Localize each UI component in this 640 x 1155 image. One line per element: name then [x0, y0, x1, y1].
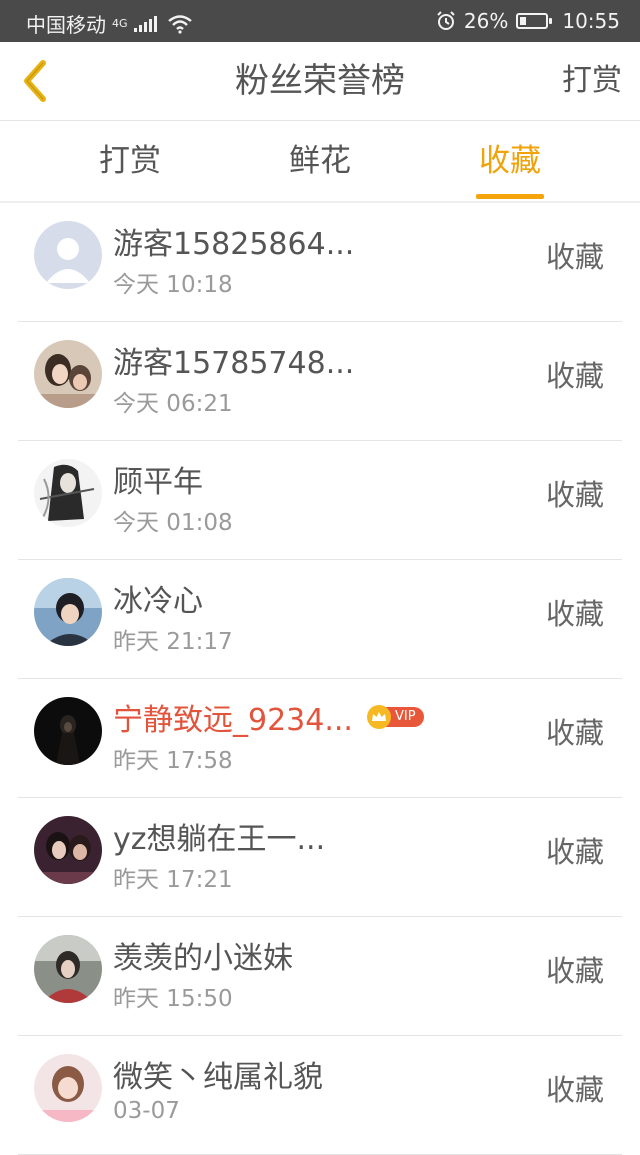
signal-icon: [133, 15, 157, 32]
action-label: 收藏: [545, 954, 604, 988]
photo-avatar-icon: [34, 578, 102, 646]
carrier-name: 中国移动: [26, 13, 106, 37]
action-label: 收藏: [545, 835, 604, 869]
status-right: 26% 10:55: [436, 9, 620, 33]
status-bar: 中国移动 4G 26% 10:55: [0, 0, 640, 42]
user-name: 羡羡的小迷妹: [113, 941, 293, 976]
user-name: 游客15785748...: [113, 346, 355, 381]
back-button[interactable]: [12, 54, 60, 108]
photo-avatar-icon: [34, 697, 102, 765]
user-name: yz想躺在王一...: [113, 822, 326, 857]
timestamp: 今天 06:21: [113, 391, 233, 417]
action-label: 收藏: [545, 359, 604, 393]
list-item[interactable]: 游客15785748... 今天 06:21 收藏: [18, 322, 622, 441]
action-label: 收藏: [545, 478, 604, 512]
timestamp: 昨天 21:17: [113, 629, 233, 655]
user-name: 冰冷心: [113, 584, 203, 619]
timestamp: 昨天 17:58: [113, 748, 233, 774]
chevron-left-icon: [24, 60, 46, 102]
timestamp: 昨天 15:50: [113, 986, 233, 1012]
action-label: 收藏: [545, 1073, 604, 1107]
timestamp: 昨天 17:21: [113, 867, 233, 893]
list-item[interactable]: yz想躺在王一... 昨天 17:21 收藏: [18, 798, 622, 917]
list-item[interactable]: 微笑丶纯属礼貌 03-07 收藏: [18, 1036, 622, 1155]
default-avatar-icon: [34, 221, 102, 289]
avatar: [34, 935, 102, 1003]
network-type: 4G: [112, 17, 128, 30]
user-name: 顾平年: [113, 465, 203, 500]
list-item[interactable]: 宁静致远_9234... VIP 昨天 17:58 收藏: [18, 679, 622, 798]
avatar: [34, 816, 102, 884]
list-item[interactable]: 游客15825864... 今天 10:18 收藏: [18, 203, 622, 322]
avatar: [34, 340, 102, 408]
avatar: [34, 221, 102, 289]
tab-reward[interactable]: 打赏: [70, 121, 190, 201]
photo-avatar-icon: [34, 340, 102, 408]
active-tab-indicator: [476, 194, 544, 199]
status-left: 中国移动 4G: [26, 9, 193, 38]
nav-bar: 粉丝荣誉榜 打赏: [0, 42, 640, 121]
photo-avatar-icon: [34, 935, 102, 1003]
photo-avatar-icon: [34, 816, 102, 884]
user-name: 游客15825864...: [113, 227, 355, 262]
battery-icon: [516, 13, 553, 29]
crown-icon: [366, 705, 391, 729]
photo-avatar-icon: [34, 1054, 102, 1122]
user-name: 宁静致远_9234... VIP: [113, 695, 424, 739]
list-item[interactable]: 羡羡的小迷妹 昨天 15:50 收藏: [18, 917, 622, 1036]
action-label: 收藏: [545, 240, 604, 274]
avatar: [34, 459, 102, 527]
list-item[interactable]: 冰冷心 昨天 21:17 收藏: [18, 560, 622, 679]
photo-avatar-icon: [34, 459, 102, 527]
user-name: 微笑丶纯属礼貌: [113, 1060, 323, 1095]
tab-bar: 打赏 鲜花 收藏: [0, 121, 640, 203]
tab-flowers[interactable]: 鲜花: [260, 121, 380, 201]
timestamp: 03-07: [113, 1098, 180, 1124]
timestamp: 今天 10:18: [113, 272, 233, 298]
vip-badge: VIP: [366, 705, 424, 729]
avatar: [34, 697, 102, 765]
clock: 10:55: [562, 9, 620, 33]
action-label: 收藏: [545, 716, 604, 750]
list-item[interactable]: 顾平年 今天 01:08 收藏: [18, 441, 622, 560]
avatar: [34, 1054, 102, 1122]
reward-button[interactable]: 打赏: [562, 42, 622, 120]
tab-favorites[interactable]: 收藏: [450, 121, 570, 201]
timestamp: 今天 01:08: [113, 510, 233, 536]
action-label: 收藏: [545, 597, 604, 631]
fan-list: 游客15825864... 今天 10:18 收藏 游客15785748... …: [0, 203, 640, 1155]
battery-percent: 26%: [463, 9, 509, 33]
avatar: [34, 578, 102, 646]
wifi-icon: [167, 14, 192, 34]
alarm-icon: [437, 11, 455, 30]
page-title: 粉丝荣誉榜: [235, 61, 405, 101]
